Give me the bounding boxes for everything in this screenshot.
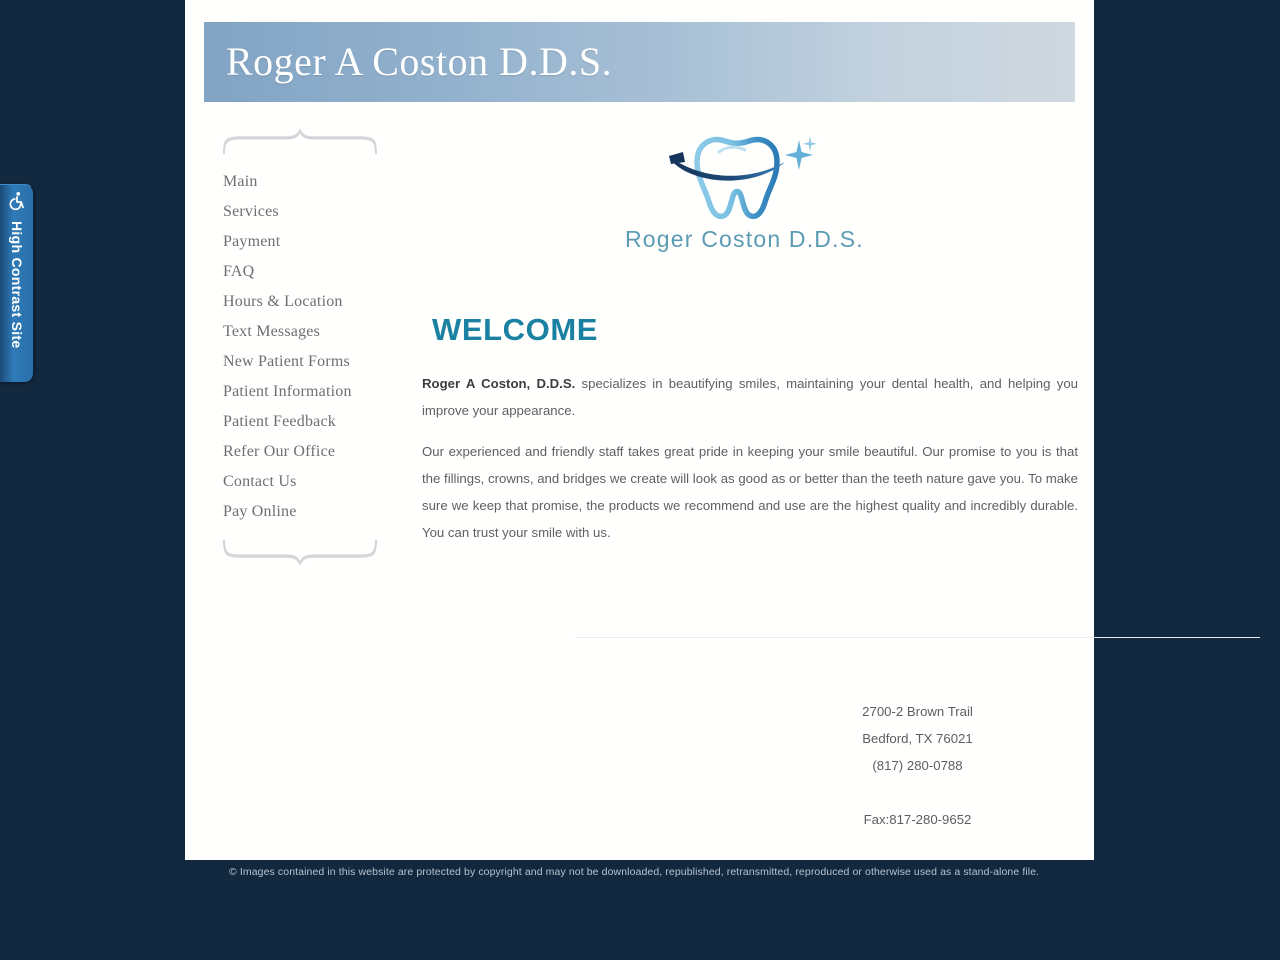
sidebar-link-text-messages[interactable]: Text Messages [219,317,409,347]
staff-paragraph: Our experienced and friendly staff takes… [422,444,1078,540]
doctor-name-lead: Roger A Coston, D.D.S. [422,376,576,391]
sidebar-link-faq[interactable]: FAQ [219,257,409,287]
main-content: WELCOME Roger A Coston, D.D.S. specializ… [422,312,1078,560]
high-contrast-site-tab[interactable]: High Contrast Site [0,184,34,382]
sidebar-link-patient-feedback[interactable]: Patient Feedback [219,407,409,437]
sidebar-item-patient-feedback[interactable]: Patient Feedback [219,407,409,437]
address-fax: Fax:817-280-9652 [863,812,972,827]
address-spacer [575,779,1260,806]
copyright-notice: © Images contained in this website are p… [229,866,1040,878]
sidebar-nav: Main Services Payment FAQ Hours & Locati… [219,125,409,569]
sidebar-link-main[interactable]: Main [219,167,409,197]
curly-brace-bottom-ornament [223,540,377,566]
sidebar-item-list: Main Services Payment FAQ Hours & Locati… [219,157,409,527]
tooth-logo-icon [668,136,817,220]
site-page: Roger A Coston D.D.S. Main Services Paym… [185,0,1260,860]
site-banner: Roger A Coston D.D.S. [204,22,1075,102]
sidebar-item-contact-us[interactable]: Contact Us [219,467,409,497]
sidebar-item-hours-location[interactable]: Hours & Location [219,287,409,317]
sidebar-link-contact-us[interactable]: Contact Us [219,467,409,497]
sidebar-link-new-patient-forms[interactable]: New Patient Forms [219,347,409,377]
sidebar-item-new-patient-forms[interactable]: New Patient Forms [219,347,409,377]
sidebar-item-faq[interactable]: FAQ [219,257,409,287]
sidebar-link-refer-our-office[interactable]: Refer Our Office [219,437,409,467]
address-block: 2700-2 Brown Trail Bedford, TX 76021 (81… [575,698,1260,833]
address-street: 2700-2 Brown Trail [862,704,973,719]
intro-paragraph: Roger A Coston, D.D.S. specializes in be… [422,370,1078,424]
sidebar-item-patient-information[interactable]: Patient Information [219,377,409,407]
logo-wordmark: Roger Coston D.D.S. [625,226,864,252]
content-divider [575,637,1260,638]
practice-logo: Roger Coston D.D.S. [625,132,864,258]
wheelchair-accessibility-icon [9,192,24,211]
sidebar-item-services[interactable]: Services [219,197,409,227]
sidebar-item-refer-our-office[interactable]: Refer Our Office [219,437,409,467]
address-city-state-zip: Bedford, TX 76021 [862,731,973,746]
sidebar-link-payment[interactable]: Payment [219,227,409,257]
sidebar-item-text-messages[interactable]: Text Messages [219,317,409,347]
high-contrast-tab-label: High Contrast Site [9,221,25,349]
sidebar-item-main[interactable]: Main [219,167,409,197]
sidebar-link-patient-information[interactable]: Patient Information [219,377,409,407]
sidebar-link-services[interactable]: Services [219,197,409,227]
sidebar-link-pay-online[interactable]: Pay Online [219,497,409,527]
sidebar-item-pay-online[interactable]: Pay Online [219,497,409,527]
sidebar-item-payment[interactable]: Payment [219,227,409,257]
high-contrast-tab-inner: High Contrast Site [0,191,33,349]
sidebar-link-hours-location[interactable]: Hours & Location [219,287,409,317]
page-title: Roger A Coston D.D.S. [226,39,613,84]
curly-brace-top-ornament [223,128,377,154]
welcome-heading: WELCOME [432,312,599,347]
address-phone: (817) 280-0788 [872,758,963,773]
